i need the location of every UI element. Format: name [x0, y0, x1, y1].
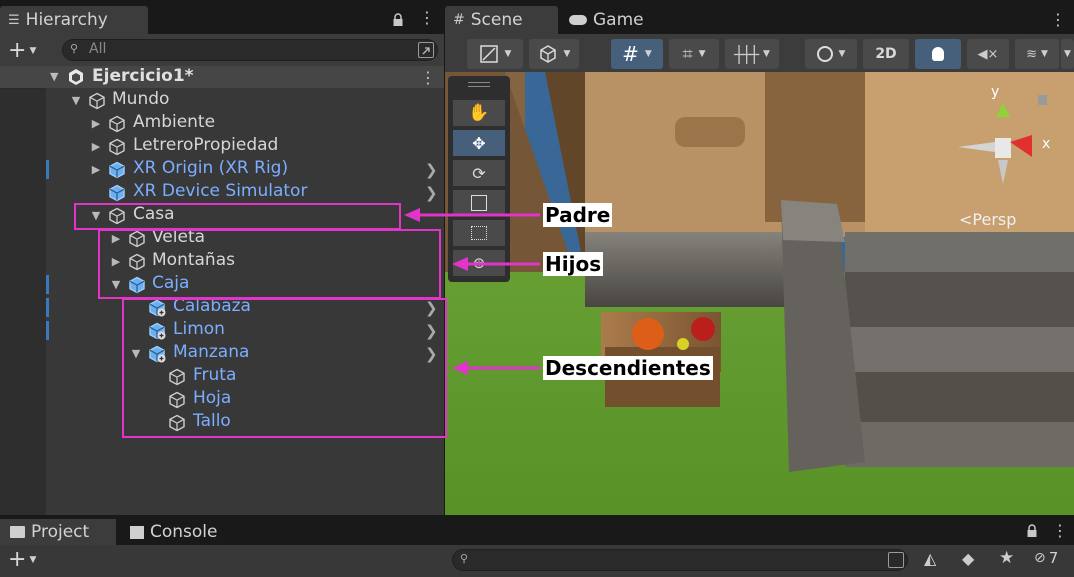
padre-label: Padre: [543, 203, 613, 227]
hijos-label: Hijos: [543, 252, 604, 276]
annotation-arrows: [404, 208, 540, 375]
descendientes-label: Descendientes: [543, 356, 713, 380]
